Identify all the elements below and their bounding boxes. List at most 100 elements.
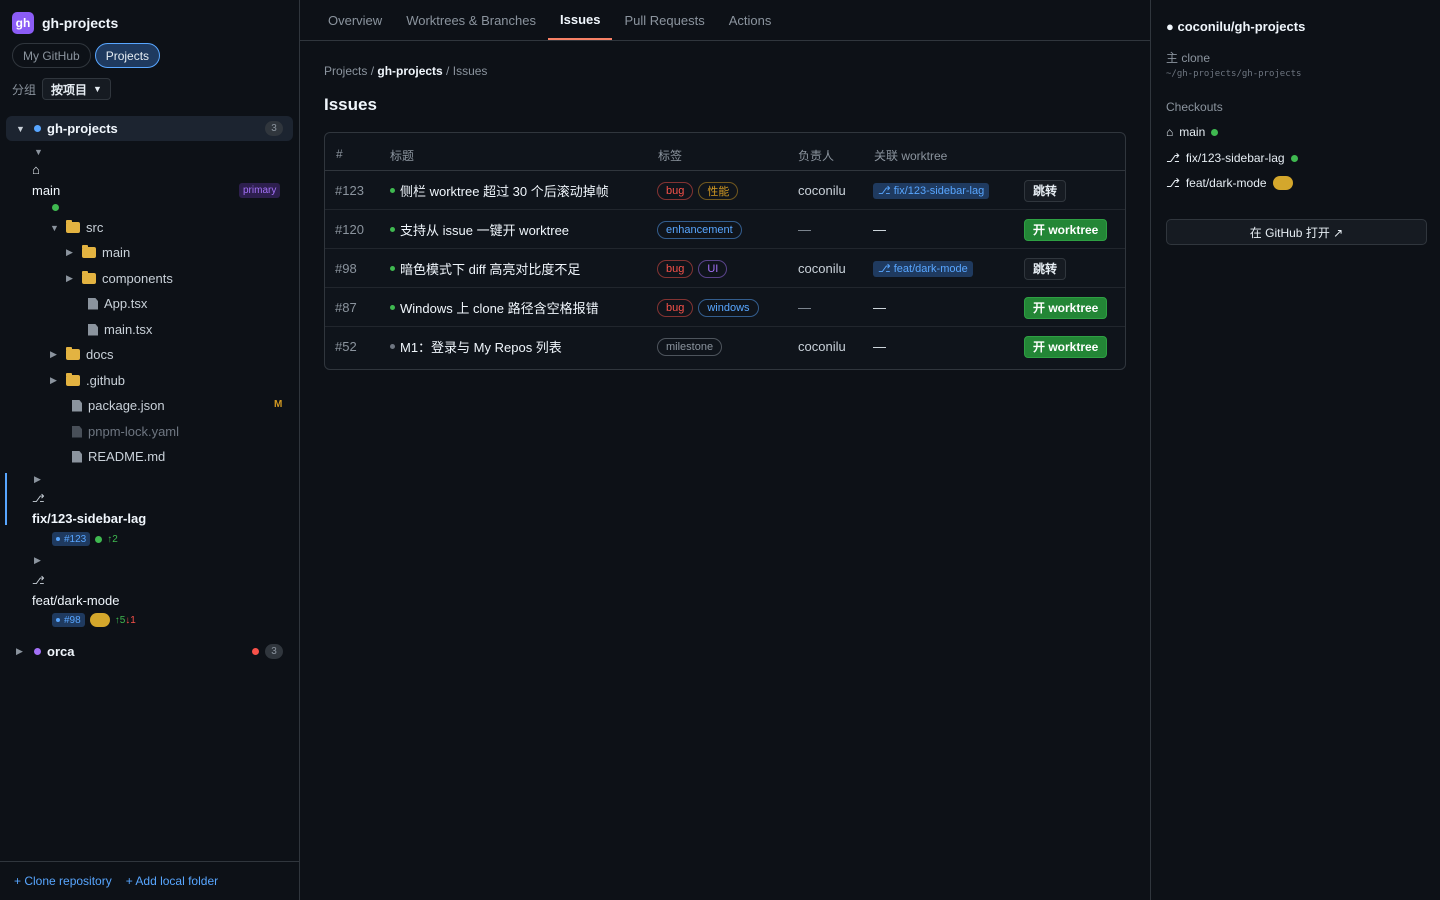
issue-number[interactable]: #87 — [335, 288, 357, 327]
open-worktree-button[interactable]: 开 worktree — [1024, 218, 1108, 241]
file-icon — [72, 425, 82, 438]
file-name: package.json — [88, 398, 165, 413]
repo-row-gh-projects[interactable]: ▼ gh-projects 3 — [6, 116, 293, 141]
file-name: src — [86, 220, 104, 235]
worktree-none: — — [873, 222, 886, 237]
issue-title-cell[interactable]: 侧栏 worktree 超过 30 个后滚动掉帧 — [390, 171, 609, 210]
issue-title-cell[interactable]: Windows 上 clone 路径含空格报错 — [390, 288, 599, 327]
tree-file-pnpm-lock[interactable]: pnpm-lock.yaml — [72, 424, 179, 439]
worktree-branch-feat-dark-mode[interactable]: feat/dark-mode — [32, 593, 119, 608]
issue-title-cell[interactable]: 暗色模式下 diff 高亮对比度不足 — [390, 249, 580, 288]
breadcrumb-repo[interactable]: gh-projects — [377, 64, 442, 78]
table-row[interactable]: #120 支持从 issue 一键开 worktree enhancement — — 开… — [325, 210, 1125, 249]
tree-folder-github[interactable]: ▶ .github — [50, 373, 125, 388]
issue-number[interactable]: #52 — [335, 327, 357, 366]
jump-to-worktree-button[interactable]: 跳转 — [1024, 179, 1067, 202]
issue-title: 暗色模式下 diff 高亮对比度不足 — [400, 262, 581, 277]
details-panel: ● coconilu/gh-projects 主 clone ~/gh-proj… — [1150, 0, 1440, 900]
column-header-assignee: 负责人 — [798, 149, 835, 163]
brand: gh gh-projects — [12, 12, 118, 34]
tab-actions[interactable]: Actions — [717, 0, 784, 40]
dirty-status-indicator — [1272, 176, 1293, 190]
issue-title-cell[interactable]: 支持从 issue 一键开 worktree — [390, 210, 569, 249]
column-header-labels: 标签 — [658, 149, 683, 163]
file-name: main.tsx — [104, 322, 153, 337]
folder-icon — [66, 373, 80, 386]
issue-title: 侧栏 worktree 超过 30 个后滚动掉帧 — [400, 184, 609, 199]
jump-to-worktree-button[interactable]: 跳转 — [1024, 257, 1067, 280]
worktree-branch-main[interactable]: main — [32, 183, 60, 198]
checkout-main[interactable]: ⌂ main — [1166, 125, 1219, 139]
chevron-right-icon: ▶ — [50, 375, 57, 385]
home-icon: ⌂ — [32, 162, 40, 177]
chevron-down-icon[interactable]: ▼ — [16, 124, 26, 134]
table-row[interactable]: #52 M1：登录与 My Repos 列表 milestone coconilu — 开… — [325, 327, 1125, 366]
clone-repository-link[interactable]: + Clone repository — [14, 874, 112, 888]
page-title: Issues — [324, 95, 377, 114]
issue-assignee: coconilu — [798, 183, 846, 198]
issue-labels: bug windows — [657, 288, 764, 327]
tab-overview[interactable]: Overview — [316, 0, 394, 40]
tab-worktrees-branches[interactable]: Worktrees & Branches — [394, 0, 548, 40]
tab-issues[interactable]: Issues — [548, 0, 613, 40]
repo-row-orca[interactable]: ▶ orca 3 — [6, 639, 293, 664]
table-row[interactable]: #87 Windows 上 clone 路径含空格报错 bug windows — — 开 … — [325, 288, 1125, 327]
issue-number[interactable]: #98 — [335, 249, 357, 288]
column-header-number: # — [336, 147, 343, 161]
group-by-label: 分组 — [12, 82, 37, 97]
ahead-behind-count: ↑5↓1 — [115, 615, 136, 626]
file-name: .github — [86, 373, 126, 388]
view-switcher: My GitHub Projects — [12, 43, 161, 68]
issue-title-cell[interactable]: M1：登录与 My Repos 列表 — [390, 327, 562, 366]
worktree-meta: #98 ↑5↓1 — [52, 613, 136, 627]
chevron-down-icon[interactable]: ▼ — [34, 147, 44, 157]
chevron-right-icon[interactable]: ▶ — [34, 474, 44, 485]
tab-pull-requests[interactable]: Pull Requests — [612, 0, 716, 40]
issue-labels: bug 性能 — [657, 171, 743, 210]
issue-action: 开 worktree — [1024, 288, 1108, 327]
issue-number[interactable]: #120 — [335, 210, 364, 249]
tree-file-main-tsx[interactable]: main.tsx — [88, 322, 152, 337]
linked-worktree-chip[interactable]: ⎇ fix/123-sidebar-lag — [873, 182, 990, 199]
linked-worktree-chip[interactable]: ⎇ feat/dark-mode — [873, 260, 973, 277]
issue-worktree: ⎇ feat/dark-mode — [873, 249, 973, 288]
open-worktree-button[interactable]: 开 worktree — [1024, 335, 1108, 358]
issue-label: milestone — [657, 337, 723, 356]
open-on-github-button[interactable]: 在 GitHub 打开 ↗ — [1166, 219, 1427, 245]
group-by-select[interactable]: 按项目 ▼ — [42, 78, 111, 100]
table-row[interactable]: #123 侧栏 worktree 超过 30 个后滚动掉帧 bug 性能 coconil… — [325, 171, 1125, 210]
tree-file-app-tsx[interactable]: App.tsx — [88, 296, 147, 311]
table-row[interactable]: #98 暗色模式下 diff 高亮对比度不足 bug UI coconilu ⎇ feat… — [325, 249, 1125, 288]
tree-file-readme[interactable]: README.md — [72, 449, 165, 464]
group-by: 分组 按项目 ▼ — [12, 78, 111, 100]
file-icon — [72, 399, 82, 412]
issue-worktree: — — [873, 288, 886, 327]
linked-issue-chip[interactable]: #98 — [52, 613, 85, 627]
tree-folder-main[interactable]: ▶ main — [66, 245, 130, 260]
checkout-fix-123[interactable]: ⎇ fix/123-sidebar-lag — [1166, 151, 1298, 165]
issue-state-dot — [390, 305, 395, 310]
sidebar-footer: + Clone repository + Add local folder — [0, 861, 299, 900]
breadcrumb-projects[interactable]: Projects — [324, 64, 367, 78]
open-worktree-button[interactable]: 开 worktree — [1024, 296, 1108, 319]
linked-issue-chip[interactable]: #123 — [52, 532, 91, 546]
worktree-branch-fix-123[interactable]: fix/123-sidebar-lag — [32, 511, 146, 526]
tree-file-package-json[interactable]: package.json — [72, 398, 165, 413]
my-github-button[interactable]: My GitHub — [12, 43, 91, 68]
projects-button[interactable]: Projects — [94, 43, 161, 68]
breadcrumb: Projects / gh-projects / Issues — [324, 64, 487, 78]
file-name: App.tsx — [104, 296, 148, 311]
issue-labels: milestone — [657, 327, 727, 366]
file-icon — [88, 297, 98, 310]
add-local-folder-link[interactable]: + Add local folder — [126, 874, 218, 888]
issue-number[interactable]: #123 — [335, 171, 364, 210]
issue-worktree: — — [873, 327, 886, 366]
tree-folder-components[interactable]: ▶ components — [66, 271, 173, 286]
tree-folder-src[interactable]: ▼ src — [50, 220, 103, 235]
branch-icon: ⎇ — [1166, 151, 1180, 165]
chevron-right-icon[interactable]: ▶ — [34, 555, 44, 566]
chevron-right-icon[interactable]: ▶ — [16, 646, 26, 657]
tree-folder-docs[interactable]: ▶ docs — [50, 347, 113, 362]
issue-number: #98 — [64, 614, 81, 626]
checkout-feat-dark-mode[interactable]: ⎇ feat/dark-mode — [1166, 176, 1293, 190]
